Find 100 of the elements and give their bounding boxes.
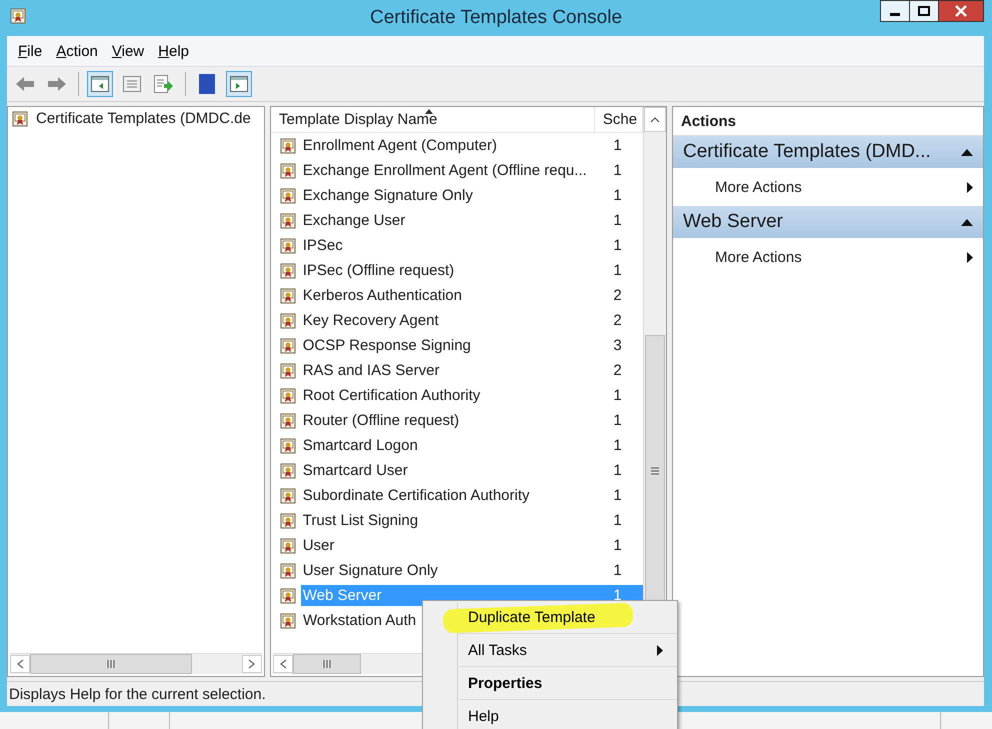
template-name[interactable]: Enrollment Agent (Computer): [300, 135, 606, 156]
schema-version: 1: [612, 136, 623, 156]
export-list-icon: [154, 75, 174, 93]
schema-version: 1: [612, 236, 623, 256]
chevron-left-icon: [16, 659, 24, 669]
certificate-icon: [280, 512, 296, 528]
template-name[interactable]: Exchange Enrollment Agent (Offline requ...: [300, 160, 606, 181]
certificate-icon: [280, 138, 296, 154]
schema-version: 3: [612, 336, 623, 356]
schema-version: 1: [612, 561, 623, 581]
template-name[interactable]: Subordinate Certification Authority: [300, 485, 606, 506]
certificate-icon: [280, 562, 296, 578]
app-icon: [10, 8, 26, 24]
maximize-icon: [918, 6, 930, 16]
schema-version: 1: [612, 411, 623, 431]
scrollbar-thumb[interactable]: [293, 654, 361, 674]
menu-item[interactable]: Action: [49, 40, 105, 62]
certificate-icon: [12, 110, 28, 126]
menu-item[interactable]: File: [11, 40, 50, 62]
menu-item[interactable]: Help: [151, 40, 196, 62]
certificate-icon: [280, 238, 296, 254]
schema-version: 1: [612, 386, 623, 406]
schema-version: 1: [612, 536, 623, 556]
certificate-icon: [280, 538, 296, 554]
scroll-left-button[interactable]: [10, 655, 30, 673]
toolbar-button[interactable]: [87, 71, 113, 97]
schema-version: 2: [612, 286, 623, 306]
window-title: Certificate Templates Console: [370, 7, 622, 29]
template-name[interactable]: OCSP Response Signing: [300, 335, 606, 356]
schema-version: 2: [612, 311, 623, 331]
scroll-right-button[interactable]: [242, 655, 262, 673]
column-header[interactable]: Template Display Name: [271, 107, 595, 132]
schema-version: 1: [612, 511, 623, 531]
submenu-arrow-icon: [967, 252, 973, 262]
template-name[interactable]: Smartcard User: [300, 460, 606, 481]
context-menu-item[interactable]: Help: [423, 700, 677, 729]
submenu-arrow-icon: [657, 644, 663, 656]
certificate-icon: [280, 438, 296, 454]
template-name[interactable]: User: [300, 535, 606, 556]
template-name[interactable]: Smartcard Logon: [300, 435, 606, 456]
certificate-icon: [280, 612, 296, 628]
sort-arrow-icon: [425, 109, 433, 114]
certificate-icon: [280, 262, 296, 278]
schema-version: 1: [612, 461, 623, 481]
certificate-icon: [280, 338, 296, 354]
template-name[interactable]: User Signature Only: [300, 560, 606, 581]
template-name[interactable]: Router (Offline request): [300, 410, 606, 431]
action-section-header[interactable]: Certificate Templates (DMD...: [673, 136, 983, 168]
schema-version: 1: [612, 161, 623, 181]
context-menu-item[interactable]: All Tasks: [423, 634, 677, 666]
schema-version: 1: [612, 211, 623, 231]
template-name[interactable]: Exchange User: [300, 210, 606, 231]
template-name[interactable]: Kerberos Authentication: [300, 285, 606, 306]
schema-version: 1: [612, 261, 623, 281]
menu-item[interactable]: View: [104, 40, 152, 62]
pane-toggle-icon: [91, 76, 109, 92]
scroll-up-button[interactable]: [644, 107, 666, 132]
action-item[interactable]: More Actions: [673, 238, 983, 276]
template-name[interactable]: RAS and IAS Server: [300, 360, 606, 381]
action-section-header[interactable]: Web Server: [673, 206, 983, 238]
collapse-icon: [961, 148, 973, 156]
template-name[interactable]: Trust List Signing: [300, 510, 606, 531]
scrollbar-thumb[interactable]: [30, 654, 192, 674]
chevron-right-icon: [248, 659, 256, 669]
chevron-up-icon: [650, 116, 660, 122]
certificate-icon: [280, 188, 296, 204]
certificate-icon: [280, 488, 296, 504]
back-arrow-icon: [15, 76, 35, 92]
certificate-icon: [280, 412, 296, 428]
template-name[interactable]: IPSec (Offline request): [300, 260, 606, 281]
action-item[interactable]: More Actions: [673, 168, 983, 206]
certificate-icon: [280, 588, 296, 604]
template-name[interactable]: Key Recovery Agent: [300, 310, 606, 331]
close-button[interactable]: [938, 0, 984, 22]
certificate-icon: [280, 388, 296, 404]
certificate-icon: [280, 462, 296, 478]
certificate-icon: [280, 312, 296, 328]
status-text: Displays Help for the current selection.: [9, 686, 266, 702]
schema-version: 1: [612, 486, 623, 506]
tree-item[interactable]: Certificate Templates (DMDC.de: [8, 107, 264, 130]
submenu-arrow-icon: [967, 182, 973, 192]
certificate-icon: [280, 288, 296, 304]
close-icon: [955, 5, 967, 17]
template-name[interactable]: IPSec: [300, 235, 606, 256]
template-name[interactable]: Exchange Signature Only: [300, 185, 606, 206]
toolbar-button[interactable]: [226, 71, 252, 97]
template-name[interactable]: Root Certification Authority: [300, 385, 606, 406]
schema-version: 1: [612, 436, 623, 456]
minimize-button[interactable]: [880, 0, 910, 22]
forward-arrow-icon: [47, 76, 67, 92]
collapse-icon: [961, 218, 973, 226]
chevron-left-icon: [279, 659, 287, 669]
maximize-button[interactable]: [909, 0, 939, 22]
schema-version: 2: [612, 361, 623, 381]
pane-toggle-icon: [230, 76, 248, 92]
context-menu-item[interactable]: Properties: [423, 667, 677, 699]
properties-icon: [123, 76, 141, 92]
schema-version: 1: [612, 186, 623, 206]
scroll-left-button[interactable]: [273, 655, 293, 673]
minimize-icon: [890, 13, 900, 16]
